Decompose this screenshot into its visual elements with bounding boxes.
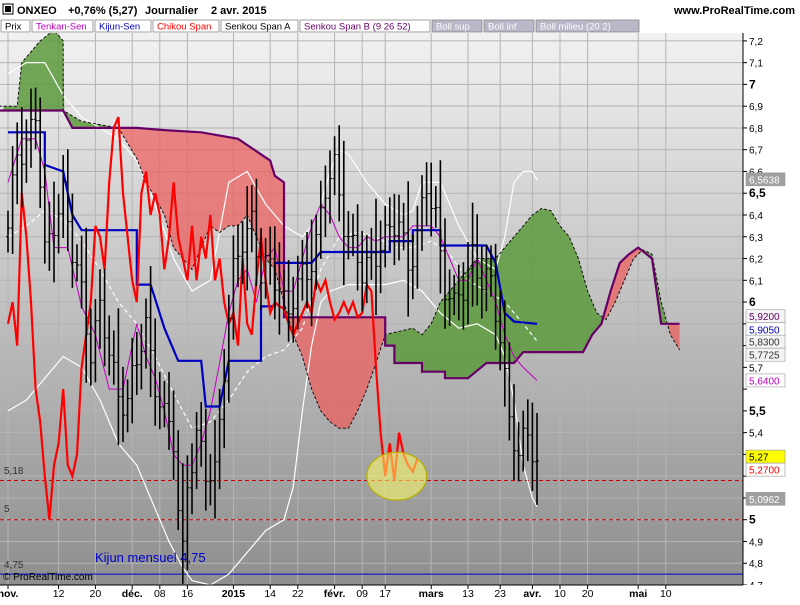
indicator-legend: Prix Tenkan-Sen Kijun-Sen Chikou Span Senkou… bbox=[0, 19, 640, 33]
price-label: 5,9050 bbox=[749, 325, 780, 336]
y-tick-label: 5,4 bbox=[749, 429, 763, 440]
kijun-mensuel-label: Kijun mensuel 4,75 bbox=[95, 550, 206, 565]
x-tick-label: févr. bbox=[324, 588, 346, 600]
y-tick-label: 5,5 bbox=[749, 404, 766, 418]
header-period: Journalier bbox=[145, 5, 199, 17]
highlight-ellipse bbox=[366, 451, 428, 501]
level-label-475: 4,75 bbox=[4, 560, 24, 571]
x-tick-label: 20 bbox=[582, 588, 594, 600]
x-tick-label: 16 bbox=[182, 588, 194, 600]
x-tick-label: déc. bbox=[122, 588, 143, 600]
y-tick-label: 7,1 bbox=[749, 59, 763, 70]
y-tick-label: 6,2 bbox=[749, 255, 763, 266]
x-tick-label: nov. bbox=[0, 588, 18, 600]
x-tick-label: 22 bbox=[292, 588, 304, 600]
y-tick-label: 5 bbox=[749, 513, 756, 527]
x-tick-label: 20 bbox=[90, 588, 102, 600]
level-label-5: 5 bbox=[4, 504, 10, 515]
square-menu-icon[interactable] bbox=[2, 3, 14, 15]
price-label: 5,27 bbox=[749, 453, 769, 464]
y-tick-label: 5,7 bbox=[749, 363, 763, 374]
x-tick-label: 10 bbox=[660, 588, 672, 600]
ichimoku-chart: 4,74,84,955,35,45,55,766,16,26,36,46,56,… bbox=[0, 0, 800, 600]
legend-label-prix: Prix bbox=[5, 22, 22, 33]
y-tick-label: 7 bbox=[749, 77, 756, 91]
x-tick-label: 14 bbox=[264, 588, 276, 600]
legend-label-chikou: Chikou Span bbox=[157, 22, 211, 33]
price-label: 5,2700 bbox=[749, 466, 780, 477]
y-tick-label: 6 bbox=[749, 295, 756, 309]
level-label-518: 5,18 bbox=[4, 466, 24, 477]
y-tick-label: 6,8 bbox=[749, 124, 763, 135]
x-tick-label: 09 bbox=[356, 588, 368, 600]
y-tick-label: 4,9 bbox=[749, 537, 763, 548]
chart-window: 4,74,84,955,35,45,55,766,16,26,36,46,56,… bbox=[0, 0, 800, 600]
header-change: +0,76% (5,27) bbox=[68, 5, 138, 17]
x-tick-label: 12 bbox=[53, 588, 65, 600]
y-tick-label: 6,4 bbox=[749, 211, 763, 222]
x-tick-label: 17 bbox=[379, 588, 391, 600]
y-tick-label: 6,1 bbox=[749, 276, 763, 287]
header-symbol: ONXEO bbox=[17, 5, 57, 17]
x-tick-label: 2015 bbox=[222, 588, 246, 600]
site-url[interactable]: www.ProRealTime.com bbox=[673, 5, 795, 17]
x-tick-label: mai bbox=[629, 588, 647, 600]
x-tick-label: 08 bbox=[154, 588, 166, 600]
price-label: 6,5638 bbox=[749, 175, 780, 186]
legend-label-tenkan: Tenkan-Sen bbox=[36, 22, 87, 33]
y-tick-label: 6,7 bbox=[749, 146, 763, 157]
y-tick-label: 4,8 bbox=[749, 559, 763, 570]
copyright: © ProRealTime.com bbox=[3, 572, 93, 583]
legend-label-bmil: Boll milieu (20 2) bbox=[540, 22, 611, 33]
x-tick-label: 10 bbox=[554, 588, 566, 600]
y-tick-label: 7,2 bbox=[749, 37, 763, 48]
x-tick-label: 13 bbox=[462, 588, 474, 600]
x-tick-label: mars bbox=[419, 588, 444, 600]
price-label: 5,9200 bbox=[749, 312, 780, 323]
legend-label-ssb: Senkou Span B (9 26 52) bbox=[304, 22, 411, 33]
price-label: 5,8300 bbox=[749, 338, 780, 349]
header-date: 2 avr. 2015 bbox=[211, 5, 267, 17]
price-label: 5,7725 bbox=[749, 351, 780, 362]
legend-label-binf: Boll inf bbox=[488, 22, 517, 33]
annotations bbox=[366, 451, 428, 501]
price-label: 5,6400 bbox=[749, 376, 780, 387]
x-tick-label: 23 bbox=[494, 588, 506, 600]
y-tick-label: 6,3 bbox=[749, 233, 763, 244]
x-axis-panel bbox=[0, 585, 800, 600]
legend-label-kijun: Kijun-Sen bbox=[99, 22, 140, 33]
price-label: 5,0962 bbox=[749, 495, 780, 506]
legend-label-bsup: Boll sup bbox=[436, 22, 470, 33]
legend-label-ssa: Senkou Span A bbox=[225, 22, 291, 33]
x-tick-label: avr. bbox=[523, 588, 541, 600]
y-tick-label: 6,5 bbox=[749, 186, 766, 200]
y-tick-label: 6,9 bbox=[749, 102, 763, 113]
